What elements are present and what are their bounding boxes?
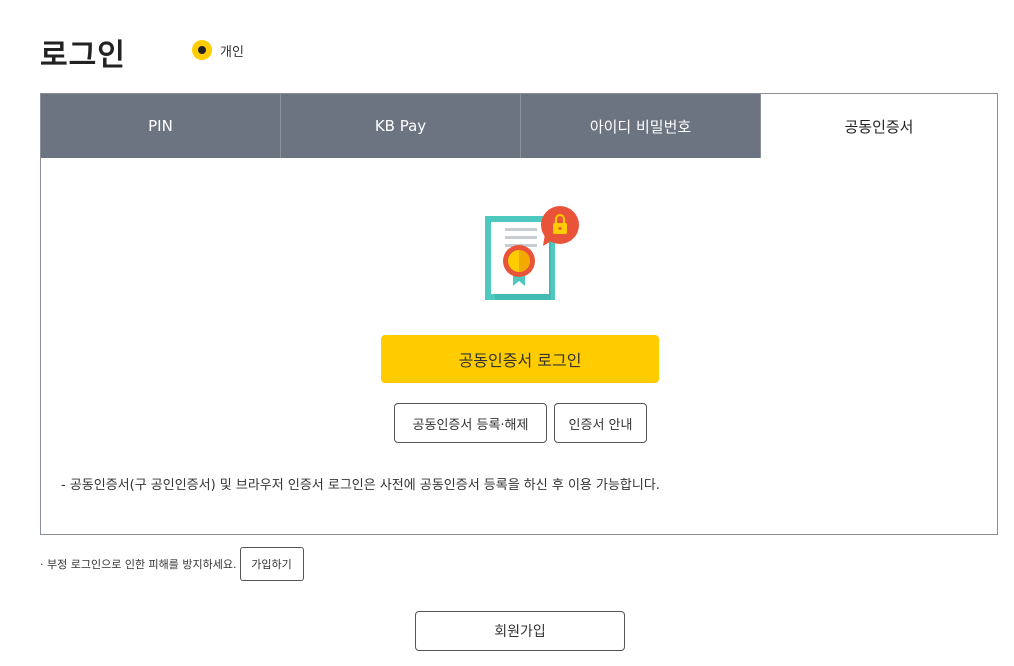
user-type-label: 개인 (220, 44, 244, 60)
tab-pin[interactable]: PIN (41, 94, 281, 158)
user-type-radio-personal[interactable]: 개인 (192, 40, 244, 60)
tab-joint-certificate[interactable]: 공동인증서 (761, 94, 997, 158)
cert-notice-text: - 공동인증서(구 공인인증서) 및 브라우저 인증서 로그인은 사전에 공동인… (61, 478, 660, 493)
cert-register-button[interactable]: 공동인증서 등록·해제 (394, 403, 547, 443)
page-title: 로그인 (40, 38, 126, 73)
radio-selected-icon[interactable] (192, 40, 212, 60)
tab-kb-pay[interactable]: KB Pay (281, 94, 521, 158)
certificate-lock-icon (485, 206, 579, 300)
fraud-warning-row: · 부정 로그인으로 인한 피해를 방지하세요. 가입하기 (40, 547, 304, 581)
cert-guide-button[interactable]: 인증서 안내 (554, 403, 647, 443)
join-small-button[interactable]: 가입하기 (239, 547, 304, 581)
login-box: PIN KB Pay 아이디 비밀번호 공동인증서 공동인증서 로그인 공동인증… (40, 93, 998, 535)
login-tabs: PIN KB Pay 아이디 비밀번호 공동인증서 (41, 94, 997, 158)
tab-id-password[interactable]: 아이디 비밀번호 (521, 94, 761, 158)
cert-login-button[interactable]: 공동인증서 로그인 (381, 335, 659, 383)
fraud-warning-text: · 부정 로그인으로 인한 피해를 방지하세요. (40, 558, 237, 571)
signup-button[interactable]: 회원가입 (415, 611, 625, 651)
